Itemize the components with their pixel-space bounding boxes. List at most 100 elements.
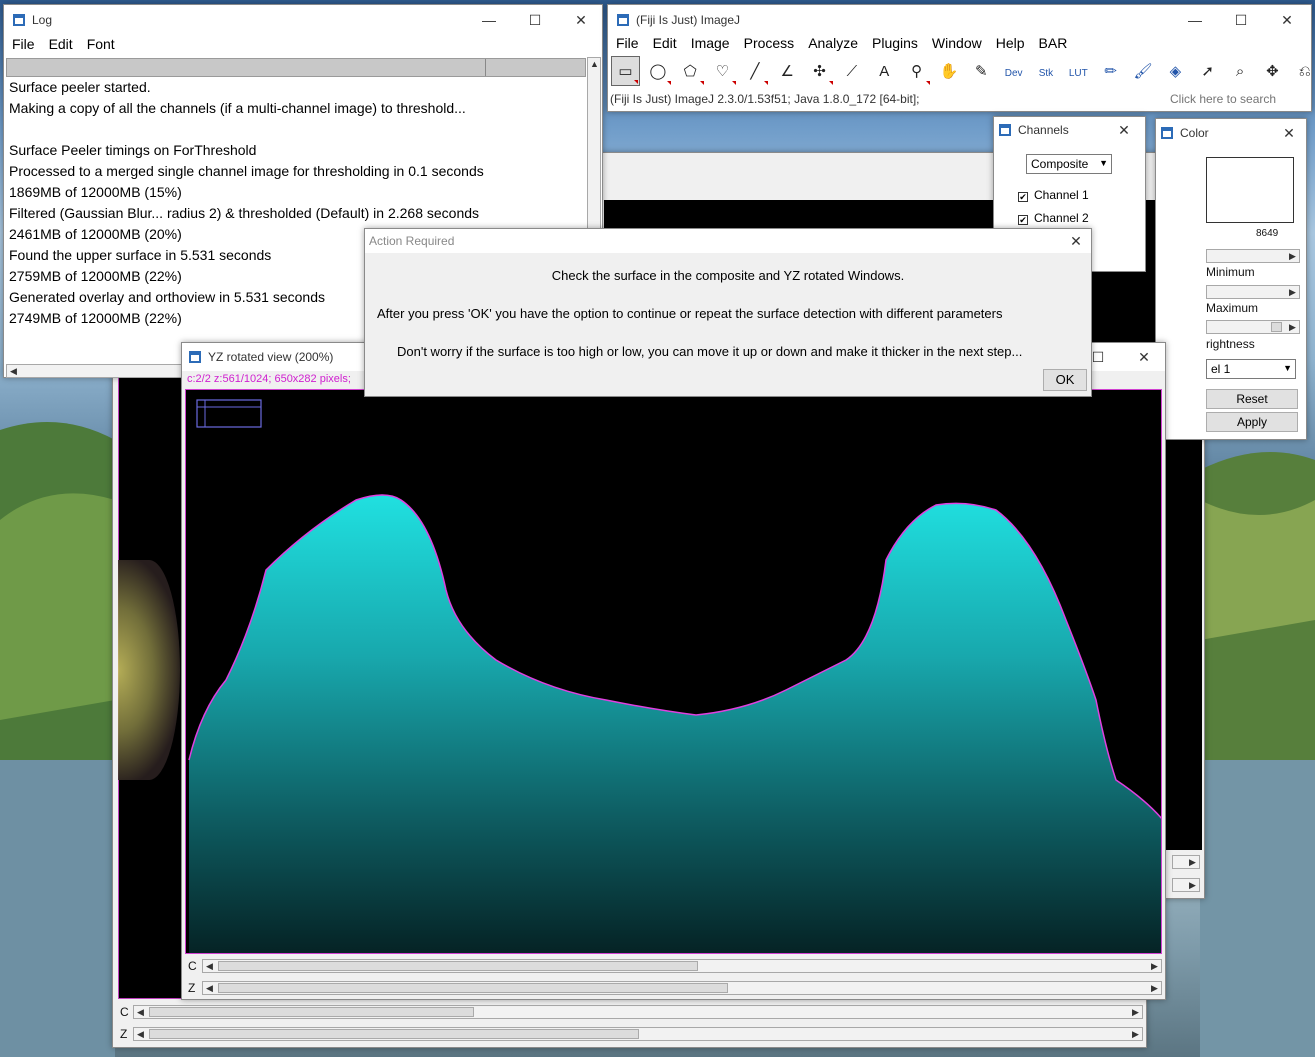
flood-fill-icon[interactable]: ◈	[1161, 56, 1190, 86]
close-icon[interactable]: ✕	[1121, 343, 1167, 371]
action-required-dialog: Action Required ✕ Check the surface in t…	[364, 228, 1092, 397]
search-input[interactable]	[1166, 89, 1308, 109]
color-window: Color ✕ 8649 ▶ Minimum ▶ Maximum ▶ right…	[1155, 118, 1307, 440]
histogram-box	[1206, 157, 1294, 223]
menu-process[interactable]: Process	[737, 35, 802, 55]
dev-menu-icon[interactable]: Dev	[999, 59, 1028, 89]
composite-z-slider[interactable]: ◀ ▶	[133, 1027, 1143, 1041]
rectangle-tool-icon[interactable]: ▭	[611, 56, 640, 86]
brightness-slider[interactable]: ▶	[1206, 320, 1300, 334]
arrow-tool-icon[interactable]: ➚	[1193, 56, 1222, 86]
composite-c-label: C	[120, 1005, 129, 1019]
minimum-slider[interactable]: ▶	[1206, 249, 1300, 263]
color-picker-icon[interactable]: ✎	[967, 56, 996, 86]
histogram-max-value: 8649	[1256, 228, 1279, 239]
composite-c-slider[interactable]: ◀ ▶	[133, 1005, 1143, 1019]
move-tool-icon[interactable]: ✥	[1258, 56, 1287, 86]
log-line: 1869MB of 12000MB (15%)	[9, 184, 182, 200]
yz-title: YZ rotated view (200%)	[208, 350, 334, 364]
log-title: Log	[32, 13, 53, 27]
fiji-icon	[999, 124, 1011, 136]
menu-window[interactable]: Window	[925, 35, 989, 55]
minimize-icon[interactable]: —	[466, 5, 512, 35]
channel-2-checkbox[interactable]: ✔ Channel 2	[1018, 211, 1089, 225]
ok-button[interactable]: OK	[1043, 369, 1087, 391]
maximize-icon[interactable]: ☐	[512, 5, 558, 35]
dialog-title: Action Required	[369, 234, 455, 248]
menu-image[interactable]: Image	[684, 35, 737, 55]
menu-file[interactable]: File	[609, 35, 646, 55]
menu-help[interactable]: Help	[989, 35, 1032, 55]
angle-tool-icon[interactable]: ∠	[773, 56, 802, 86]
chevron-down-icon: ▼	[1283, 363, 1292, 373]
maximum-slider[interactable]: ▶	[1206, 285, 1300, 299]
overlay-tool-icon[interactable]: ⎌	[1290, 57, 1315, 87]
menu-plugins[interactable]: Plugins	[865, 35, 925, 55]
composite-cells-preview	[118, 560, 180, 780]
wand-tool-icon[interactable]: ⟋	[837, 57, 866, 87]
pencil-tool-icon[interactable]: ✏	[1096, 56, 1125, 86]
imagej-menubar: File Edit Image Process Analyze Plugins …	[609, 35, 1311, 55]
yz-canvas[interactable]	[185, 389, 1162, 954]
menu-bar[interactable]: BAR	[1032, 35, 1075, 55]
channel-1-checkbox[interactable]: ✔ Channel 1	[1018, 188, 1089, 202]
dialog-titlebar[interactable]: Action Required	[365, 229, 1091, 253]
yz-c-label: C	[188, 959, 197, 973]
orthoview-c-slider[interactable]: ▶	[1172, 855, 1200, 869]
log-line: Surface peeler started.	[9, 79, 151, 95]
magnifier-tool-icon[interactable]: ⚲	[902, 56, 931, 86]
color-title: Color	[1180, 126, 1209, 140]
close-icon[interactable]: ✕	[1274, 119, 1304, 147]
close-icon[interactable]: ✕	[558, 5, 604, 35]
log-menubar: File Edit Font	[5, 36, 602, 56]
imagej-status: (Fiji Is Just) ImageJ 2.3.0/1.53f51; Jav…	[610, 92, 920, 106]
log-menu-edit[interactable]: Edit	[42, 36, 80, 56]
log-menu-font[interactable]: Font	[80, 36, 122, 56]
line-tool-icon[interactable]: ╱	[740, 56, 769, 86]
lut-menu-icon[interactable]: LUT	[1064, 59, 1093, 89]
log-line: Filtered (Gaussian Blur... radius 2) & t…	[9, 205, 480, 221]
chevron-down-icon: ▼	[1099, 158, 1108, 168]
close-icon[interactable]: ✕	[1264, 5, 1310, 35]
brush-tool-icon[interactable]: 🖌	[1129, 56, 1158, 86]
orthoview-z-slider[interactable]: ▶	[1172, 878, 1200, 892]
yz-info-line: c:2/2 z:561/1024; 650x282 pixels;	[187, 373, 351, 385]
polygon-tool-icon[interactable]: ⬠	[676, 56, 705, 86]
freehand-tool-icon[interactable]: ♡	[708, 56, 737, 86]
stk-menu-icon[interactable]: Stk	[1031, 59, 1060, 89]
channel-select-value: el 1	[1211, 362, 1231, 376]
imagej-title: (Fiji Is Just) ImageJ	[636, 13, 741, 27]
imagej-toolbar: ▭ ◯ ⬠ ♡ ╱ ∠ ✣ ⟋ A ⚲ ✋ ✎ Dev Stk LUT ✏ 🖌 …	[611, 56, 1315, 88]
yz-c-slider[interactable]: ◀ ▶	[202, 959, 1162, 973]
log-line: Processed to a merged single channel ima…	[9, 163, 484, 179]
close-icon[interactable]: ✕	[1061, 229, 1091, 253]
point-tool-icon[interactable]: ✣	[805, 56, 834, 86]
close-icon[interactable]: ✕	[1109, 117, 1139, 143]
maximize-icon[interactable]: ☐	[1218, 5, 1264, 35]
menu-edit[interactable]: Edit	[646, 35, 684, 55]
minimize-icon[interactable]: —	[1172, 5, 1218, 35]
dialog-message-3: Don't worry if the surface is too high o…	[397, 344, 1023, 359]
dialog-message-2: After you press 'OK' you have the option…	[377, 306, 1003, 321]
log-menu-file[interactable]: File	[5, 36, 42, 56]
search-tool-icon[interactable]: ⌕	[1226, 57, 1255, 87]
apply-button[interactable]: Apply	[1206, 412, 1298, 432]
imagej-main-window: (Fiji Is Just) ImageJ — ☐ ✕ File Edit Im…	[607, 4, 1312, 112]
channel-select[interactable]: el 1 ▼	[1206, 359, 1296, 379]
text-tool-icon[interactable]: A	[870, 57, 899, 87]
channels-mode-select[interactable]: Composite ▼	[1026, 154, 1112, 174]
reset-button[interactable]: Reset	[1206, 389, 1298, 409]
yz-rotated-window: YZ rotated view (200%) ☐ ✕ c:2/2 z:561/1…	[181, 342, 1166, 1000]
yz-z-slider[interactable]: ◀ ▶	[202, 981, 1162, 995]
maximum-label: Maximum	[1206, 301, 1259, 315]
dialog-message-1: Check the surface in the composite and Y…	[551, 268, 905, 283]
log-line: Making a copy of all the channels (if a …	[9, 100, 466, 116]
yz-z-label: Z	[188, 981, 196, 995]
channels-mode-value: Composite	[1031, 157, 1089, 171]
oval-tool-icon[interactable]: ◯	[643, 56, 672, 86]
hand-tool-icon[interactable]: ✋	[934, 56, 963, 86]
menu-analyze[interactable]: Analyze	[801, 35, 865, 55]
composite-z-label: Z	[120, 1027, 128, 1041]
channels-title: Channels	[1018, 123, 1069, 137]
